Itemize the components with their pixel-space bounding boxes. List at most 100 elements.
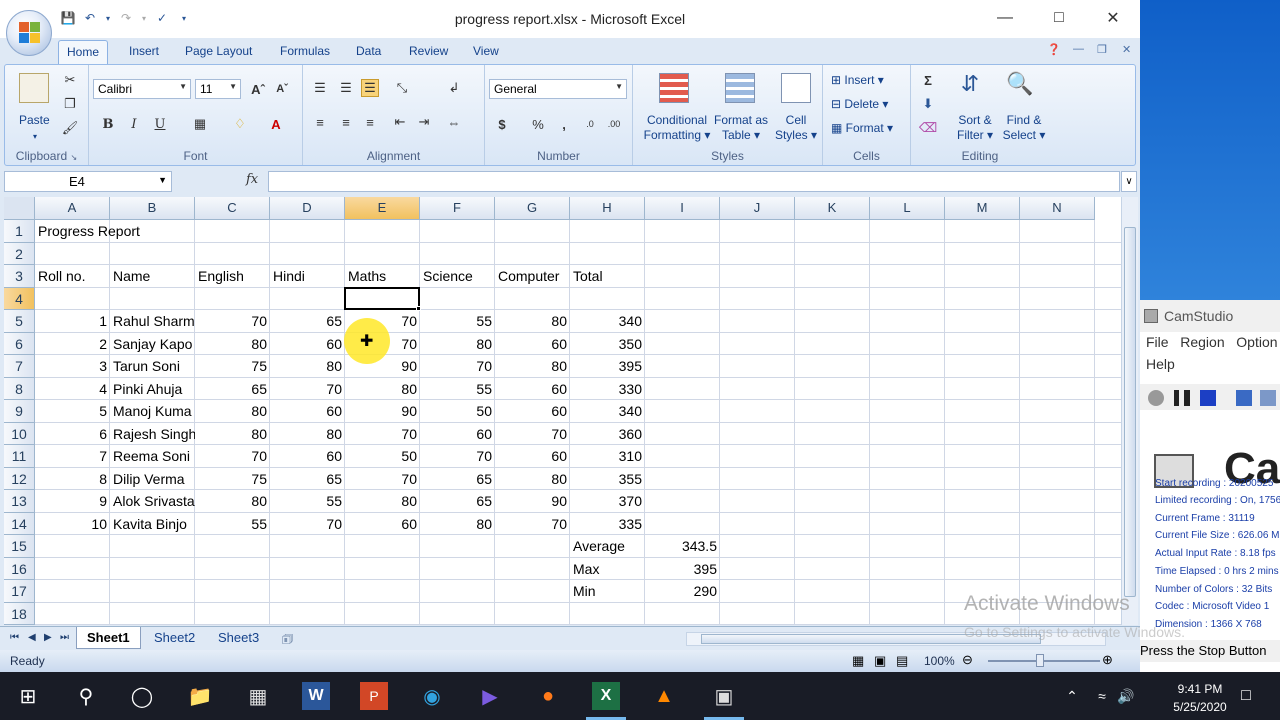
cell-f14[interactable]: 80 <box>420 513 495 535</box>
minimize-icon[interactable]: — <box>978 0 1032 36</box>
cell-b13[interactable]: Alok Srivasta <box>110 490 195 512</box>
camstudio-taskbar-icon[interactable]: ▣ <box>710 682 738 710</box>
column-header-h[interactable]: H <box>570 197 645 220</box>
wrap-text-icon[interactable]: ↲ <box>445 79 463 97</box>
cell-d12[interactable]: 65 <box>270 468 345 490</box>
orientation-icon[interactable]: ⤡ <box>393 79 411 97</box>
shrink-font-icon[interactable]: Aˇ <box>273 80 291 98</box>
undo-icon[interactable]: ↶ <box>82 10 98 26</box>
cell-h6[interactable]: 350 <box>570 333 645 355</box>
cell-c3[interactable]: English <box>195 265 270 287</box>
cell-g9[interactable]: 60 <box>495 400 570 422</box>
column-header-g[interactable]: G <box>495 197 570 220</box>
pause-icon[interactable] <box>1174 390 1190 406</box>
cell-h7[interactable]: 395 <box>570 355 645 377</box>
save-icon[interactable]: 💾 <box>60 10 76 26</box>
currency-icon[interactable]: $ <box>493 115 511 133</box>
maximize-icon[interactable]: □ <box>1032 0 1086 36</box>
firefox-icon[interactable]: ● <box>534 682 562 710</box>
grow-font-icon[interactable]: Aˆ <box>249 80 267 98</box>
row-header-2[interactable]: 2 <box>4 242 35 265</box>
bottom-align-icon[interactable]: ☰ <box>361 79 379 97</box>
font-name-combo[interactable]: Calibri ▼ <box>93 79 191 99</box>
row-header-4[interactable]: 4 <box>4 287 35 310</box>
tab-home[interactable]: Home <box>58 40 109 64</box>
cell-b10[interactable]: Rajesh Singh <box>110 423 195 445</box>
row-header-18[interactable]: 18 <box>4 602 35 625</box>
cell-c5[interactable]: 70 <box>195 310 270 332</box>
tray-chevron-icon[interactable]: ⌃ <box>1058 682 1086 710</box>
cell-d13[interactable]: 55 <box>270 490 345 512</box>
camstudio-menu-help[interactable]: Help <box>1146 356 1175 372</box>
search-icon[interactable]: ⚲ <box>72 682 100 710</box>
sheet-tab-1[interactable]: Sheet1 <box>76 627 141 649</box>
autosum-icon[interactable]: Σ <box>919 71 937 89</box>
cell-a1[interactable]: Progress Report <box>35 220 195 242</box>
cell-h8[interactable]: 330 <box>570 378 645 400</box>
row-header-10[interactable]: 10 <box>4 422 35 445</box>
font-size-combo[interactable]: 11 ▼ <box>195 79 241 99</box>
cell-g7[interactable]: 80 <box>495 355 570 377</box>
windows-start-icon[interactable]: ⊞ <box>14 682 42 710</box>
bold-icon[interactable]: B <box>99 115 117 133</box>
cell-e8[interactable]: 80 <box>345 378 420 400</box>
cut-icon[interactable]: ✂ <box>61 71 79 89</box>
cell-b7[interactable]: Tarun Soni <box>110 355 195 377</box>
redo-dropdown-icon[interactable]: ▾ <box>140 10 148 26</box>
cell-c9[interactable]: 80 <box>195 400 270 422</box>
row-header-16[interactable]: 16 <box>4 557 35 580</box>
cell-a14[interactable]: 10 <box>35 513 110 535</box>
middle-align-icon[interactable]: ☰ <box>337 79 355 97</box>
row-header-8[interactable]: 8 <box>4 377 35 400</box>
cell-g14[interactable]: 70 <box>495 513 570 535</box>
row-header-1[interactable]: 1 <box>4 220 35 243</box>
tab-review[interactable]: Review <box>409 44 448 58</box>
first-sheet-icon[interactable]: ⏮ <box>10 632 19 643</box>
task-view-icon[interactable]: ◯ <box>128 682 156 710</box>
cell-c11[interactable]: 70 <box>195 445 270 467</box>
cell-h3[interactable]: Total <box>570 265 645 287</box>
cell-e3[interactable]: Maths <box>345 265 420 287</box>
cell-a10[interactable]: 6 <box>35 423 110 445</box>
camstudio-menu-file[interactable]: File <box>1146 334 1169 350</box>
spelling-icon[interactable]: ✓ <box>154 10 170 26</box>
row-header-5[interactable]: 5 <box>4 310 35 333</box>
paste-dropdown-icon[interactable]: ▾ <box>33 129 37 144</box>
insert-sheet-icon[interactable]: 🗊 <box>282 630 293 651</box>
cell-c12[interactable]: 75 <box>195 468 270 490</box>
row-header-3[interactable]: 3 <box>4 265 35 288</box>
fill-color-icon[interactable]: ♢ <box>231 115 249 133</box>
copy-icon[interactable]: ❐ <box>61 95 79 113</box>
name-box[interactable]: E4 ▼ <box>4 171 172 192</box>
stop-icon[interactable] <box>1200 390 1216 406</box>
column-header-b[interactable]: B <box>110 197 195 220</box>
paste-icon[interactable] <box>19 73 49 103</box>
powerpoint-icon[interactable]: P <box>360 682 388 710</box>
row-header-13[interactable]: 13 <box>4 490 35 513</box>
next-sheet-icon[interactable]: ▶ <box>44 632 52 643</box>
cell-d9[interactable]: 60 <box>270 400 345 422</box>
cell-d6[interactable]: 60 <box>270 333 345 355</box>
column-header-j[interactable]: J <box>720 197 795 220</box>
cell-styles-icon[interactable] <box>781 73 811 103</box>
row-header-11[interactable]: 11 <box>4 445 35 468</box>
cell-g11[interactable]: 60 <box>495 445 570 467</box>
align-right-icon[interactable]: ≡ <box>361 113 379 131</box>
cell-a3[interactable]: Roll no. <box>35 265 110 287</box>
cell-h11[interactable]: 310 <box>570 445 645 467</box>
column-header-m[interactable]: M <box>945 197 1020 220</box>
cell-a6[interactable]: 2 <box>35 333 110 355</box>
cell-c6[interactable]: 80 <box>195 333 270 355</box>
decrease-decimal-icon[interactable]: .00 <box>605 115 623 133</box>
normal-view-icon[interactable]: ▦ <box>852 653 864 669</box>
row-header-6[interactable]: 6 <box>4 332 35 355</box>
page-layout-view-icon[interactable]: ▣ <box>874 653 886 669</box>
cell-h5[interactable]: 340 <box>570 310 645 332</box>
cell-b3[interactable]: Name <box>110 265 195 287</box>
increase-indent-icon[interactable]: ⇥ <box>415 113 433 131</box>
find-select-icon[interactable]: 🔍 <box>1006 71 1033 96</box>
increase-decimal-icon[interactable]: .0 <box>581 115 599 133</box>
row-header-15[interactable]: 15 <box>4 535 35 558</box>
zoom-slider[interactable] <box>988 660 1100 662</box>
conditional-formatting-icon[interactable] <box>659 73 689 103</box>
